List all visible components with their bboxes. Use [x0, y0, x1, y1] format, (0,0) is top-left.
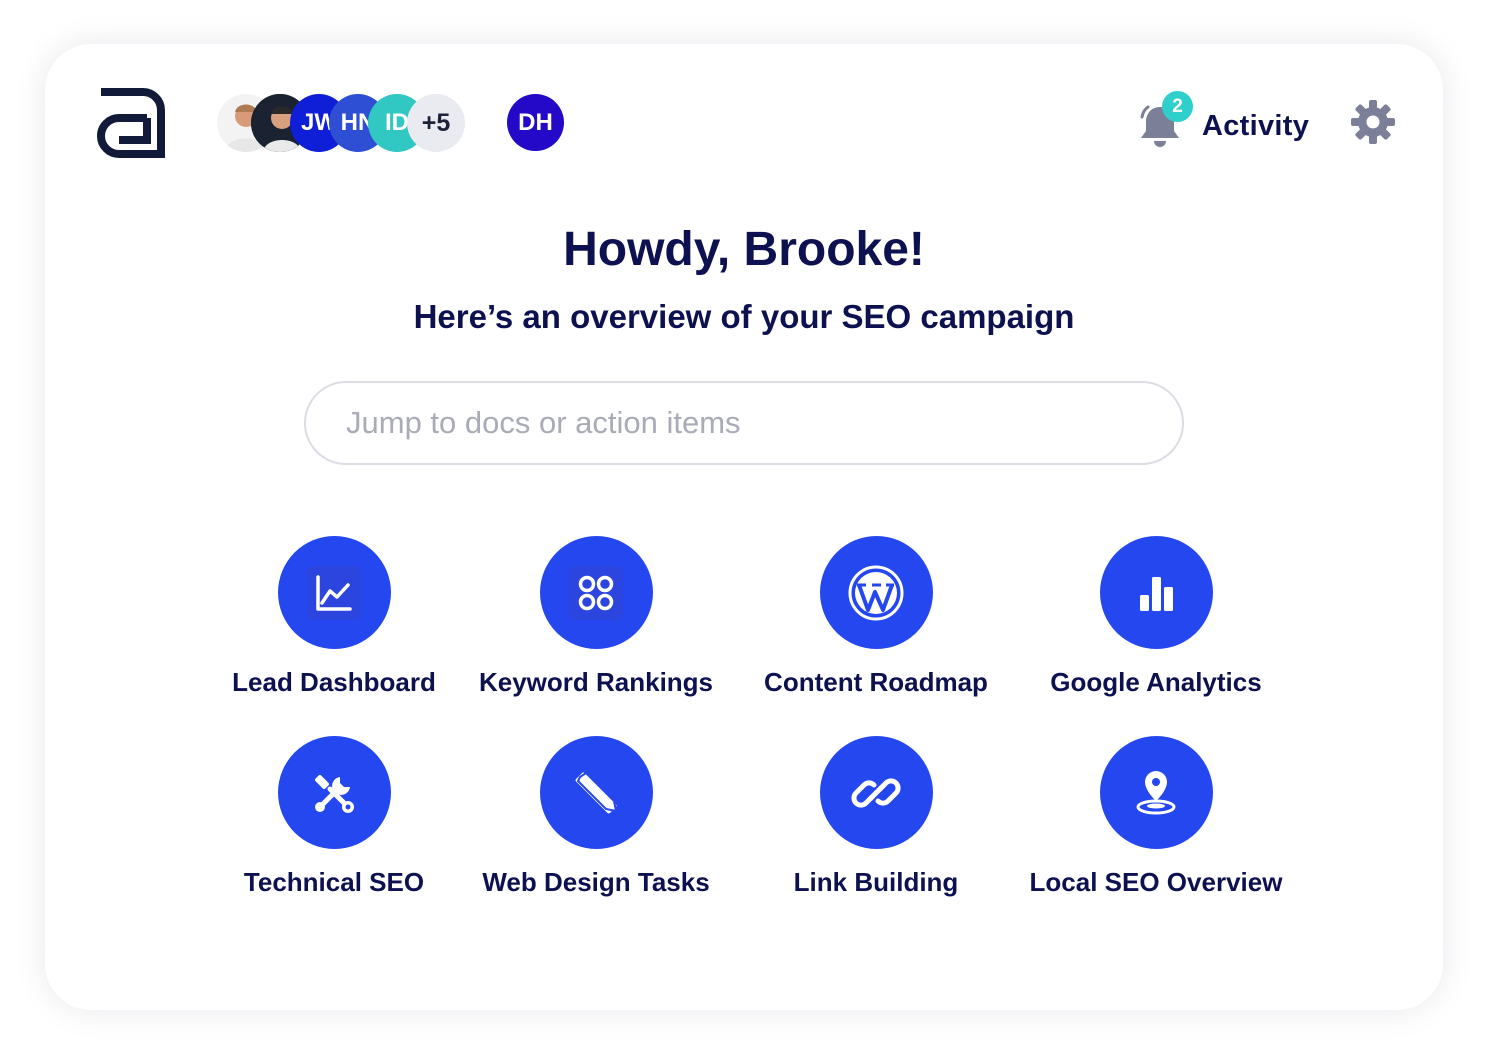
- tile-button[interactable]: [539, 736, 653, 849]
- tile-lead-dashboard[interactable]: Lead Dashboard: [194, 536, 474, 698]
- tile-keyword-rankings[interactable]: Keyword Rankings: [456, 536, 736, 698]
- tile-label: Local SEO Overview: [1029, 867, 1283, 897]
- pencil-ruler-icon: [575, 771, 618, 813]
- tile-web-design-tasks[interactable]: Web Design Tasks: [456, 736, 736, 898]
- tile-technical-seo[interactable]: Technical SEO: [194, 736, 474, 898]
- search-input[interactable]: [306, 383, 1182, 463]
- tile-button[interactable]: [539, 536, 653, 649]
- link-icon: [851, 777, 901, 808]
- page-subtitle: Here’s an overview of your SEO campaign: [413, 298, 1075, 335]
- main-card: JW HN ID +5 DH 2 Activity Howdy, Brooke!…: [45, 44, 1443, 1010]
- more-members-badge[interactable]: +5: [407, 94, 465, 152]
- tile-button[interactable]: [1099, 736, 1213, 849]
- tile-button[interactable]: [1099, 536, 1213, 649]
- tile-content-roadmap[interactable]: Content Roadmap: [736, 536, 1016, 698]
- activity-button[interactable]: 2 Activity: [1138, 91, 1310, 152]
- tile-google-analytics[interactable]: Google Analytics: [1016, 536, 1296, 698]
- page-title: Howdy, Brooke!: [563, 223, 925, 276]
- user-avatar[interactable]: DH: [507, 94, 564, 151]
- tile-label: Link Building: [793, 867, 959, 897]
- gear-icon[interactable]: [1349, 98, 1397, 146]
- brand-logo-icon[interactable]: [97, 88, 167, 158]
- tile-label: Web Design Tasks: [482, 867, 710, 897]
- notification-count-badge: 2: [1162, 91, 1193, 122]
- more-members-count: +5: [421, 108, 451, 137]
- avatar-initials: ID: [385, 109, 409, 136]
- tile-label: Technical SEO: [243, 867, 425, 897]
- tile-link-building[interactable]: Link Building: [736, 736, 1016, 898]
- grid-circles-icon: [569, 565, 623, 620]
- wordpress-icon: [848, 565, 904, 620]
- tools-icon: [315, 774, 354, 813]
- bar-chart-icon: [1140, 576, 1173, 611]
- activity-label: Activity: [1202, 109, 1310, 142]
- tile-label: Content Roadmap: [764, 667, 988, 697]
- tile-button[interactable]: [277, 736, 391, 849]
- line-chart-icon: [307, 565, 361, 620]
- tile-local-seo-overview[interactable]: Local SEO Overview: [1016, 736, 1296, 898]
- tile-label: Keyword Rankings: [478, 667, 714, 697]
- tile-label: Google Analytics: [1050, 667, 1262, 697]
- tile-button[interactable]: [819, 736, 933, 849]
- map-pin-icon: [1136, 770, 1176, 814]
- tile-button[interactable]: [819, 536, 933, 649]
- search-bar[interactable]: [304, 381, 1184, 465]
- bell-icon: 2: [1138, 91, 1193, 149]
- user-initials: DH: [518, 108, 553, 136]
- tile-button[interactable]: [277, 536, 391, 649]
- tile-label: Lead Dashboard: [232, 667, 436, 697]
